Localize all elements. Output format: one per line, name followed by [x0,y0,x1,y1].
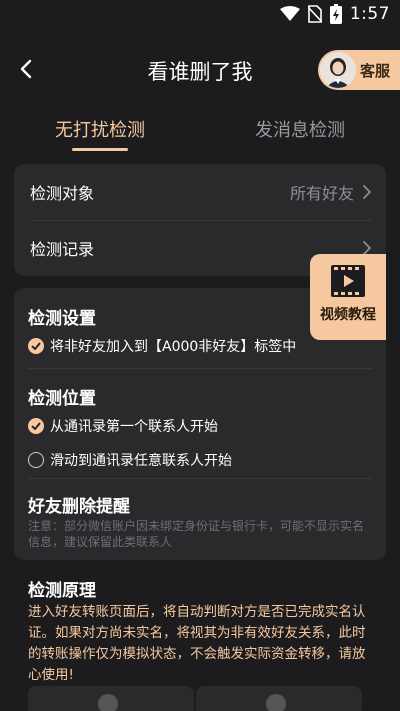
add-non-friend-tag-option[interactable]: 将非好友加入到【A000非好友】标签中 [28,336,296,356]
customer-service-label: 客服 [360,61,391,80]
position-title: 检测位置 [28,389,96,409]
tab-bar: 无打扰检测 发消息检测 [0,108,400,156]
settings-title: 检测设置 [28,309,96,329]
divider [28,368,372,369]
tab-message-detection[interactable]: 发消息检测 [200,116,400,142]
tab-active-indicator [72,148,128,151]
start-from-first-contact-option[interactable]: 从通讯录第一个联系人开始 [28,416,218,436]
start-from-any-contact-option[interactable]: 滑动到通讯录任意联系人开始 [28,450,232,470]
chevron-right-icon [363,185,372,199]
principle-title: 检测原理 [28,581,96,601]
start-from-any-contact-label: 滑动到通讯录任意联系人开始 [50,453,232,469]
detection-target-label: 检测对象 [30,184,95,203]
avatar [266,694,286,711]
divider [28,478,372,479]
no-sim-icon [307,5,322,23]
wifi-icon [279,6,300,22]
status-time: 1:57 [349,4,390,24]
tab-no-disturb-detection[interactable]: 无打扰检测 [0,116,200,142]
radio-unchecked-icon [28,452,44,468]
avatar [98,694,118,711]
tutorial-thumbnail[interactable] [28,686,194,711]
detection-record-label: 检测记录 [30,240,95,259]
principle-text: 进入好友转账页面后，将自动判断对方是否已完成实名认证。如果对方尚未实名，将视其为… [28,604,366,683]
customer-service-button[interactable]: 客服 [318,50,400,90]
reminder-title: 好友删除提醒 [28,497,130,517]
detection-target-row[interactable]: 检测对象 所有好友 [30,164,372,220]
start-from-first-contact-label: 从通讯录第一个联系人开始 [50,419,218,435]
video-tutorial-button[interactable]: 视频教程 [310,254,386,340]
video-tutorial-label: 视频教程 [320,307,376,323]
detection-target-value: 所有好友 [289,184,354,203]
video-play-icon [331,265,365,297]
checkbox-checked-icon [28,338,44,354]
tutorial-thumbnail[interactable] [196,686,362,711]
add-non-friend-tag-label: 将非好友加入到【A000非好友】标签中 [50,339,297,355]
battery-charging-icon [329,4,342,24]
reminder-note: 注意：部分微信账户因未绑定身份证与银行卡，可能不显示实名信息，建议保留此类联系人 [28,519,365,549]
status-bar: 1:57 [0,0,400,28]
header: 看谁删了我 客服 [0,44,400,94]
avatar [320,52,356,88]
radio-checked-icon [28,418,44,434]
